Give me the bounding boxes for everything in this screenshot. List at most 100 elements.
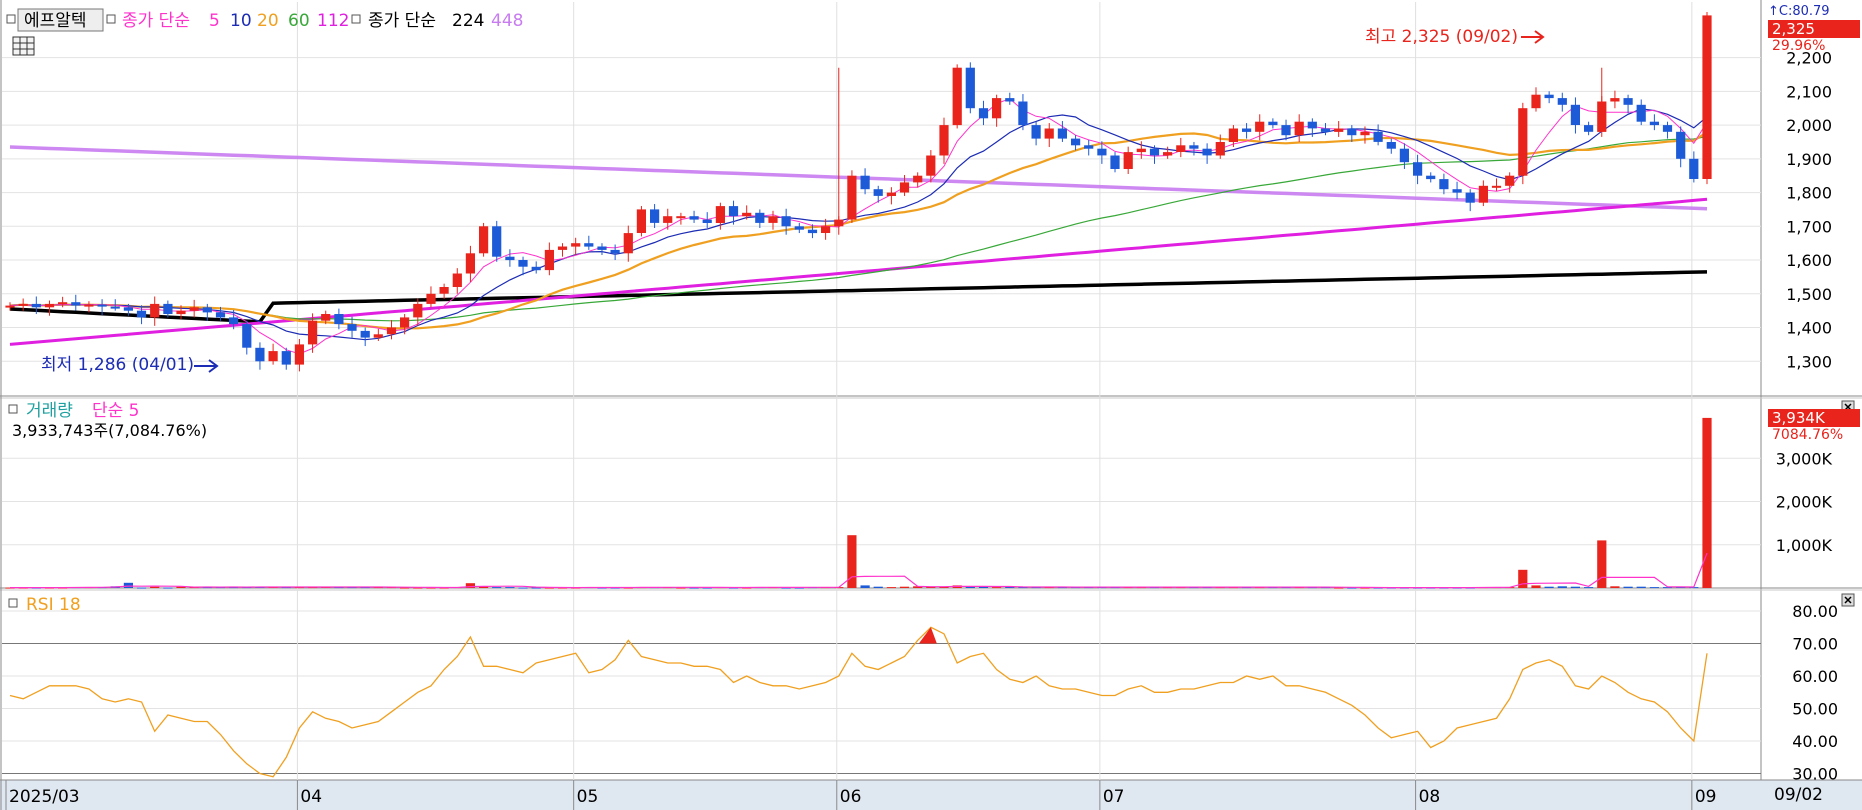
candle-body [1360, 131, 1370, 136]
rsi-tick-label: 30.00 [1792, 765, 1838, 784]
candle-body [781, 216, 791, 227]
candle-body [1491, 185, 1502, 188]
candle-body [926, 155, 936, 176]
candle-body [913, 175, 923, 183]
high-price-annotation: 최고 2,325 (09/02) [1365, 27, 1518, 47]
candle-body [202, 307, 212, 313]
candle-body [1320, 128, 1331, 132]
candle-body [518, 260, 528, 267]
candle-body [242, 324, 252, 348]
ma2-title: 종가 단순 [368, 11, 436, 31]
month-label: 06 [840, 787, 862, 807]
month-label: 05 [577, 787, 599, 807]
rsi-title: RSI 18 [26, 595, 81, 615]
candle-body [1189, 145, 1199, 149]
volume-title: 거래량 [26, 401, 73, 421]
volume-tick-label: 1,000K [1776, 536, 1833, 555]
price-tick-label: 1,700 [1786, 217, 1832, 236]
volume-ma-label: 단순 5 [92, 401, 140, 421]
candle-body [1123, 152, 1133, 169]
candle-body [1294, 121, 1304, 136]
candle-body [215, 312, 226, 318]
candle-body [255, 347, 265, 362]
rsi-tick-label: 40.00 [1792, 732, 1838, 751]
candle-body [557, 246, 568, 250]
candle-body [426, 293, 436, 304]
candle-body [1255, 121, 1265, 132]
candle-body [123, 307, 133, 311]
candle-body [44, 303, 55, 308]
candle-body [1268, 121, 1278, 126]
candle-body [952, 67, 962, 126]
volume-bar [1623, 586, 1633, 588]
candle-body [1505, 175, 1515, 186]
candle-body [268, 351, 278, 362]
candle-body [1334, 128, 1344, 132]
ma60-label: 60 [288, 11, 310, 31]
candle-body [308, 320, 318, 345]
rsi-tick-label: 60.00 [1792, 667, 1838, 686]
volume-bar [163, 587, 173, 589]
candle-body [873, 189, 883, 196]
price-tick-label: 1,800 [1786, 184, 1832, 203]
candle-body [1413, 162, 1423, 176]
candle-body [978, 108, 989, 119]
volume-bar [1544, 586, 1554, 588]
candle-body [597, 246, 607, 250]
candle-body [1426, 175, 1436, 180]
volume-tick-label: 2,000K [1776, 493, 1833, 512]
candle-body [281, 351, 291, 365]
rsi-tick-label: 80.00 [1792, 602, 1838, 621]
candle-body [1149, 148, 1160, 156]
candle-body [465, 253, 475, 274]
candle-body [229, 317, 239, 325]
table-icon[interactable] [12, 36, 35, 56]
candle-body [1071, 138, 1081, 146]
candle-body [610, 249, 620, 254]
volume-summary: 3,933,743주(7,084.76%) [12, 421, 207, 440]
candle-body [492, 226, 502, 257]
month-label: 04 [300, 787, 322, 807]
candle-body [150, 303, 160, 318]
candle-body [334, 314, 344, 325]
volume-bar [1557, 586, 1567, 588]
candle-body [5, 305, 15, 308]
candle-body [1057, 128, 1067, 139]
candle-body [1518, 108, 1528, 176]
candle-body [321, 314, 331, 321]
candle-body [689, 216, 699, 220]
volume-tick-label: 3,000K [1776, 449, 1833, 468]
candle-body [1465, 192, 1475, 203]
candle-body [1557, 98, 1567, 105]
candle-body [136, 310, 147, 318]
volume-bar [518, 587, 528, 589]
candle-body [821, 226, 831, 233]
candle-body [939, 125, 949, 156]
candle-body [1031, 125, 1041, 139]
volume-bar [123, 582, 133, 588]
ma20-label: 20 [257, 11, 279, 31]
candle-body [1242, 128, 1252, 132]
candle-body [189, 307, 199, 311]
candle-body [163, 303, 173, 314]
last-volume-ratio: 7084.76% [1772, 427, 1844, 443]
candle-body [439, 287, 449, 294]
candle-body [1307, 121, 1317, 129]
candle-body [1281, 125, 1291, 136]
top-clip-indicator: ↑C:80.79 [1768, 4, 1830, 19]
candle-body [1373, 131, 1383, 142]
candle-body [1544, 94, 1554, 99]
volume-bar [873, 586, 883, 588]
price-tick-label: 2,000 [1786, 116, 1832, 135]
price-tick-label: 2,100 [1786, 82, 1832, 101]
candle-body [1399, 148, 1409, 163]
candle-body [715, 206, 725, 223]
stock-chart[interactable]: 1,300 1,400 1,500 1,600 1,700 1,800 1,900 2,000… [0, 0, 1862, 810]
ma5-label: 5 [209, 11, 220, 31]
candle-body [1347, 128, 1357, 136]
candle-body [1228, 128, 1238, 142]
rsi-close-icon[interactable] [1841, 593, 1855, 607]
candle-body [31, 303, 41, 308]
volume-bar [1531, 585, 1541, 588]
candle-body [400, 317, 410, 328]
